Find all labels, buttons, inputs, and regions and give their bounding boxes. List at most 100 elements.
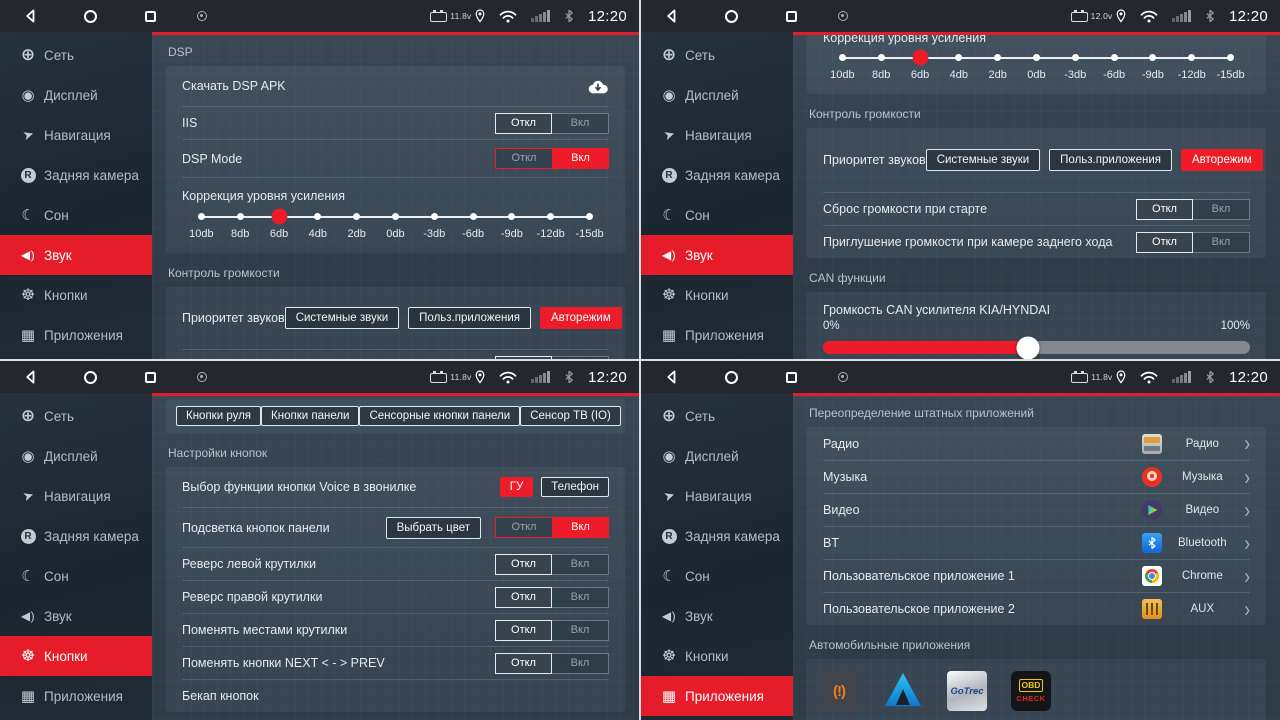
sidebar-item[interactable]: Дисплей [641, 436, 793, 476]
sidebar-item[interactable]: Дисплей [0, 436, 152, 476]
gain-step[interactable]: -12db [1172, 54, 1211, 81]
back-button[interactable] [0, 0, 60, 32]
sidebar-item[interactable]: Дисплей [641, 75, 793, 115]
sidebar-item[interactable]: Приложения [641, 676, 793, 716]
iis-toggle[interactable]: Откл Вкл [495, 113, 609, 134]
gain-step[interactable]: -3db [1056, 54, 1095, 81]
gain-step[interactable]: -9db [493, 213, 532, 240]
home-button[interactable] [60, 361, 120, 393]
sidebar-item[interactable]: Навигация [641, 115, 793, 155]
toggle-off-option[interactable]: Откл [495, 517, 552, 538]
toggle-on-option[interactable]: Вкл [552, 113, 609, 134]
back-button[interactable] [641, 361, 701, 393]
backlight-toggle[interactable]: Откл Вкл [495, 517, 609, 538]
radio-app-row[interactable]: Радио Радио [823, 427, 1250, 460]
priority-auto-button[interactable]: Авторежим [540, 307, 622, 329]
dsp-mode-toggle[interactable]: Откл Вкл [495, 148, 609, 169]
gain-step[interactable]: 0db [1017, 54, 1056, 81]
back-button[interactable] [641, 0, 701, 32]
gain-step[interactable]: 8db [221, 213, 260, 240]
gain-step[interactable]: -12db [531, 213, 570, 240]
gotrec-app-icon[interactable]: GoTrec [947, 671, 987, 711]
running-app-button[interactable] [180, 0, 224, 32]
custom-app1-row[interactable]: Пользовательское приложение 1 Chrome [823, 559, 1250, 592]
priority-system-button[interactable]: Системные звуки [285, 307, 399, 329]
pick-color-button[interactable]: Выбрать цвет [386, 517, 481, 539]
custom-app2-row[interactable]: Пользовательское приложение 2 AUX [823, 592, 1250, 625]
sidebar-item[interactable]: Задняя камера [641, 155, 793, 195]
sidebar-item[interactable]: Сеть [641, 396, 793, 436]
toggle-off-option[interactable]: Откл [1136, 232, 1193, 253]
sidebar-item[interactable]: Сеть [0, 35, 152, 75]
sidebar-item[interactable]: Навигация [0, 115, 152, 155]
gain-step[interactable]: 10db [823, 54, 862, 81]
gain-step[interactable]: 6db [901, 54, 940, 81]
cloud-download-icon[interactable] [586, 79, 609, 94]
gain-step[interactable]: 10db [182, 213, 221, 240]
sidebar-item[interactable]: Сон [0, 556, 152, 596]
sidebar-item[interactable]: Звук [641, 596, 793, 636]
gain-step[interactable]: -3db [415, 213, 454, 240]
buttons-backup-row[interactable]: Бекап кнопок [182, 679, 609, 712]
button-category-tab[interactable]: Кнопки панели [261, 406, 359, 426]
running-app-button[interactable] [180, 361, 224, 393]
obd-check-app-icon[interactable]: OBD CHECK [1011, 671, 1051, 711]
toggle-off-option[interactable]: Откл [495, 587, 552, 608]
recents-button[interactable] [761, 0, 821, 32]
voice-phone-button[interactable]: Телефон [541, 477, 609, 497]
recents-button[interactable] [761, 361, 821, 393]
toggle-on-option[interactable]: Вкл [552, 517, 609, 538]
toggle-on-option[interactable]: Вкл [552, 554, 609, 575]
video-app-row[interactable]: Видео Видео [823, 493, 1250, 526]
running-app-button[interactable] [821, 0, 865, 32]
gain-slider[interactable]: 10db 8db 6db [823, 54, 1250, 94]
sidebar-item[interactable]: Дисплей [0, 75, 152, 115]
sidebar-item[interactable]: Сеть [0, 396, 152, 436]
gain-step[interactable]: -15db [570, 213, 609, 240]
download-dsp-row[interactable]: Скачать DSP APK [182, 66, 609, 106]
sidebar-item[interactable]: Навигация [0, 476, 152, 516]
toggle-off-option[interactable]: Откл [1136, 199, 1193, 220]
sidebar-item[interactable]: Звук [641, 235, 793, 275]
toggle-on-option[interactable]: Вкл [552, 148, 609, 169]
camera-mute-toggle[interactable]: Откл Вкл [1136, 232, 1250, 253]
toggle-off-option[interactable]: Откл [495, 620, 552, 641]
sidebar-item[interactable]: Приложения [641, 315, 793, 355]
sidebar-item[interactable]: Кнопки [0, 275, 152, 315]
gain-step[interactable]: -6db [454, 213, 493, 240]
toggle-off-option[interactable]: Откл [495, 113, 552, 134]
gain-step[interactable]: -9db [1134, 54, 1173, 81]
button-category-tab[interactable]: Кнопки руля [176, 406, 261, 426]
toggle-on-option[interactable]: Вкл [552, 653, 609, 674]
priority-auto-button[interactable]: Авторежим [1181, 149, 1263, 171]
android-auto-app-icon[interactable] [883, 671, 923, 711]
slider-thumb[interactable] [1016, 336, 1039, 359]
sidebar-item[interactable]: Сон [641, 195, 793, 235]
toggle-off-option[interactable]: Откл [495, 148, 552, 169]
recents-button[interactable] [120, 361, 180, 393]
reverse-left-toggle[interactable]: Откл Вкл [495, 554, 609, 575]
can-volume-slider[interactable] [823, 341, 1250, 354]
music-app-row[interactable]: Музыка Музыка [823, 460, 1250, 493]
home-button[interactable] [701, 361, 761, 393]
home-button[interactable] [701, 0, 761, 32]
sidebar-item[interactable]: Кнопки [641, 275, 793, 315]
gain-step[interactable]: 8db [862, 54, 901, 81]
priority-system-button[interactable]: Системные звуки [926, 149, 1040, 171]
sidebar-item[interactable]: Задняя камера [641, 516, 793, 556]
volume-reset-toggle[interactable]: Откл Вкл [495, 356, 609, 360]
sidebar-item[interactable]: Навигация [641, 476, 793, 516]
priority-user-apps-button[interactable]: Польз.приложения [1049, 149, 1172, 171]
gain-step[interactable]: 2db [978, 54, 1017, 81]
gain-slider[interactable]: 10db 8db 6db [182, 213, 609, 253]
gain-step[interactable]: 4db [939, 54, 978, 81]
sidebar-item[interactable]: Приложения [0, 315, 152, 355]
sidebar-item[interactable]: Кнопки [641, 636, 793, 676]
gain-step[interactable]: 6db [260, 213, 299, 240]
toggle-on-option[interactable]: Вкл [1193, 232, 1250, 253]
swap-next-prev-toggle[interactable]: Откл Вкл [495, 653, 609, 674]
home-button[interactable] [60, 0, 120, 32]
running-app-button[interactable] [821, 361, 865, 393]
recents-button[interactable] [120, 0, 180, 32]
sidebar-item[interactable]: Звук [0, 596, 152, 636]
